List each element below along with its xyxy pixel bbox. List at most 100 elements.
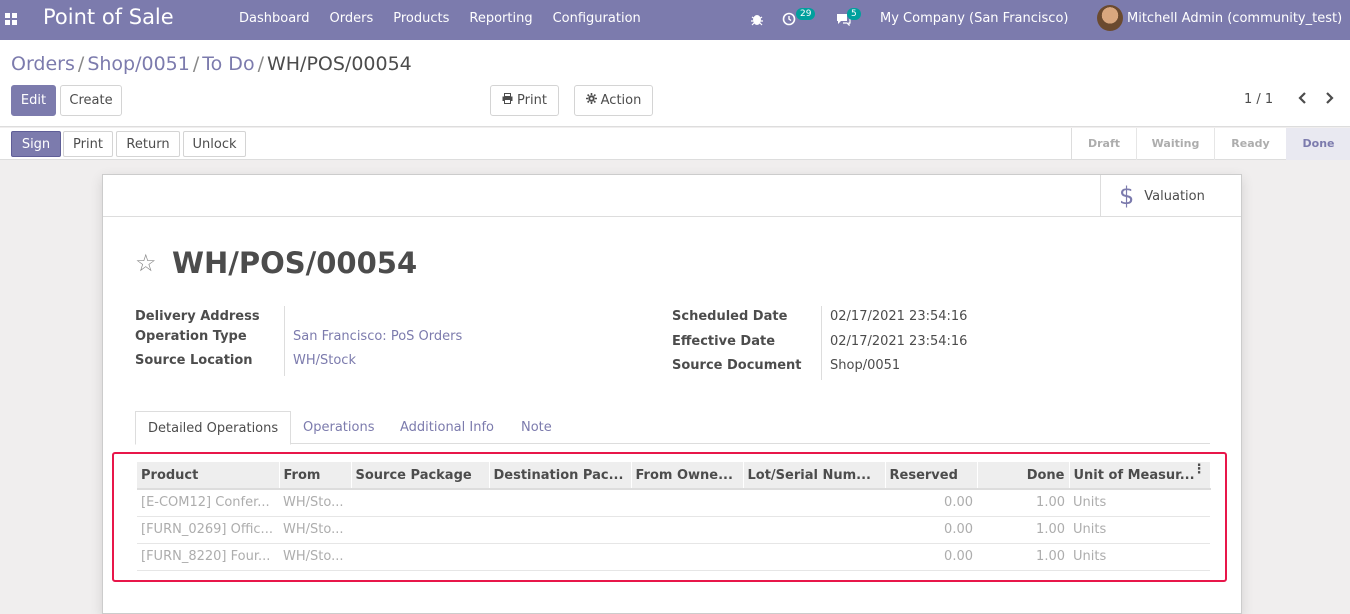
menu-item-products[interactable]: Products: [383, 0, 459, 40]
cell: [631, 489, 743, 517]
cell: 0.00: [885, 516, 977, 544]
cell: [743, 543, 885, 571]
breadcrumb-orders[interactable]: Orders: [11, 53, 75, 75]
source-document-value: Shop/0051: [830, 358, 901, 373]
cell: WH/Sto...: [279, 516, 351, 544]
stage-ready: Ready: [1214, 128, 1286, 160]
valuation-button[interactable]: $ Valuation: [1100, 175, 1241, 217]
cell: [489, 516, 631, 544]
company-switcher[interactable]: My Company (San Francisco): [880, 0, 1068, 40]
breadcrumb-separator: /: [257, 53, 264, 75]
breadcrumb-shop[interactable]: Shop/0051: [87, 53, 190, 75]
menu-item-dashboard[interactable]: Dashboard: [229, 0, 320, 40]
table-row[interactable]: [FURN_8220] Four... WH/Sto... 0.00 1.00 …: [137, 543, 1210, 571]
app-title[interactable]: Point of Sale: [43, 5, 174, 29]
return-button[interactable]: Return: [116, 131, 180, 157]
cell: [631, 543, 743, 571]
cell: 0.00: [885, 489, 977, 517]
table-row[interactable]: [FURN_0269] Offic... WH/Sto... 0.00 1.00…: [137, 516, 1210, 544]
optional-columns-icon[interactable]: ⋮: [1193, 462, 1206, 477]
cell: 0.00: [885, 543, 977, 571]
unlock-button[interactable]: Unlock: [183, 131, 246, 157]
scheduled-date-label: Scheduled Date: [672, 309, 788, 324]
menu-item-reporting[interactable]: Reporting: [459, 0, 542, 40]
column-header[interactable]: Product: [137, 462, 280, 490]
chat-icon[interactable]: [836, 0, 851, 40]
operation-type-value[interactable]: San Francisco: PoS Orders: [293, 329, 462, 344]
message-count-badge: 5: [847, 8, 861, 20]
column-header[interactable]: Source Package: [351, 462, 490, 490]
field-divider: [821, 306, 822, 380]
column-header-label: Unit of Measur...: [1073, 467, 1195, 483]
create-button[interactable]: Create: [60, 85, 122, 116]
cell: [489, 543, 631, 571]
breadcrumb-separator: /: [77, 53, 85, 75]
cell: [351, 489, 489, 517]
print-button[interactable]: Print: [63, 131, 113, 157]
stage-draft: Draft: [1087, 137, 1121, 150]
stage-done: Done: [1286, 128, 1350, 160]
chevron-left-icon[interactable]: [1297, 91, 1307, 109]
column-header[interactable]: Done: [977, 462, 1070, 490]
user-menu[interactable]: Mitchell Admin (community_test): [1127, 0, 1342, 40]
cell: Units: [1069, 516, 1210, 544]
tab-detailed-operations[interactable]: Detailed Operations: [135, 411, 292, 445]
table-row[interactable]: [E-COM12] Confer... WH/Sto... 0.00 1.00 …: [137, 489, 1210, 517]
dollar-icon: $: [1119, 182, 1135, 210]
print-icon: [502, 93, 513, 108]
tab-additional-info[interactable]: Additional Info: [388, 411, 506, 444]
notebook-tabs: Detailed Operations Operations Additiona…: [135, 411, 1210, 445]
action-dropdown-button[interactable]: Action: [574, 85, 653, 116]
debug-icon[interactable]: [750, 0, 764, 40]
stage-pipeline: Draft Waiting Ready Done: [1071, 128, 1350, 160]
source-document-label: Source Document: [672, 358, 802, 373]
column-header[interactable]: Reserved: [885, 462, 978, 490]
breadcrumb-todo[interactable]: To Do: [202, 53, 254, 75]
tab-operations[interactable]: Operations: [291, 411, 386, 444]
form-sheet: $ Valuation ☆ WH/POS/00054 Delivery Addr…: [102, 174, 1242, 614]
status-bar: Sign Print Return Unlock Draft Waiting R…: [0, 128, 1350, 160]
action-label: Action: [600, 93, 642, 108]
tab-note[interactable]: Note: [509, 411, 564, 444]
cell: 1.00: [977, 516, 1069, 544]
cell: 1.00: [977, 489, 1069, 517]
breadcrumb-current: WH/POS/00054: [266, 53, 412, 75]
sign-button[interactable]: Sign: [11, 131, 61, 157]
cell: 1.00: [977, 543, 1069, 571]
print-dropdown-button[interactable]: Print: [490, 85, 559, 116]
cell: [489, 489, 631, 517]
user-avatar[interactable]: [1097, 5, 1123, 31]
table-header-row: Product From Source Package Destination …: [137, 462, 1211, 490]
pager-value[interactable]: 1 / 1: [1244, 92, 1273, 107]
chevron-right-icon[interactable]: [1325, 91, 1335, 109]
cell: WH/Sto...: [279, 543, 351, 571]
cell: [E-COM12] Confer...: [137, 489, 279, 517]
column-header[interactable]: Destination Pac...: [489, 462, 632, 490]
cell: [351, 516, 489, 544]
column-header[interactable]: From Owne...: [631, 462, 744, 490]
column-header[interactable]: From: [279, 462, 352, 490]
menu-item-orders[interactable]: Orders: [320, 0, 384, 40]
activity-clock-icon[interactable]: [782, 0, 796, 40]
scheduled-date-value: 02/17/2021 23:54:16: [830, 309, 968, 324]
print-label: Print: [517, 93, 547, 108]
cell: [631, 516, 743, 544]
control-panel: Orders / Shop/0051/To Do / WH/POS/00054 Edit…: [0, 40, 1350, 127]
breadcrumb-separator: /: [192, 53, 200, 75]
breadcrumb: Orders / Shop/0051/To Do / WH/POS/00054: [11, 53, 412, 75]
operation-type-label: Operation Type: [135, 329, 247, 344]
stage-waiting: Waiting: [1136, 128, 1214, 160]
apps-menu-icon[interactable]: [5, 13, 17, 25]
edit-button[interactable]: Edit: [11, 85, 56, 116]
gear-icon: [585, 93, 597, 108]
cell: [743, 489, 885, 517]
cell: Units: [1069, 543, 1210, 571]
star-icon[interactable]: ☆: [135, 249, 157, 277]
source-location-label: Source Location: [135, 353, 253, 368]
source-location-value[interactable]: WH/Stock: [293, 353, 356, 368]
detailed-operations-table: Product From Source Package Destination …: [137, 462, 1211, 571]
column-header[interactable]: Lot/Serial Num...: [743, 462, 886, 490]
menu-item-configuration[interactable]: Configuration: [543, 0, 651, 40]
cell: [743, 516, 885, 544]
column-header-uom[interactable]: Unit of Measur... ⋮: [1069, 462, 1211, 490]
